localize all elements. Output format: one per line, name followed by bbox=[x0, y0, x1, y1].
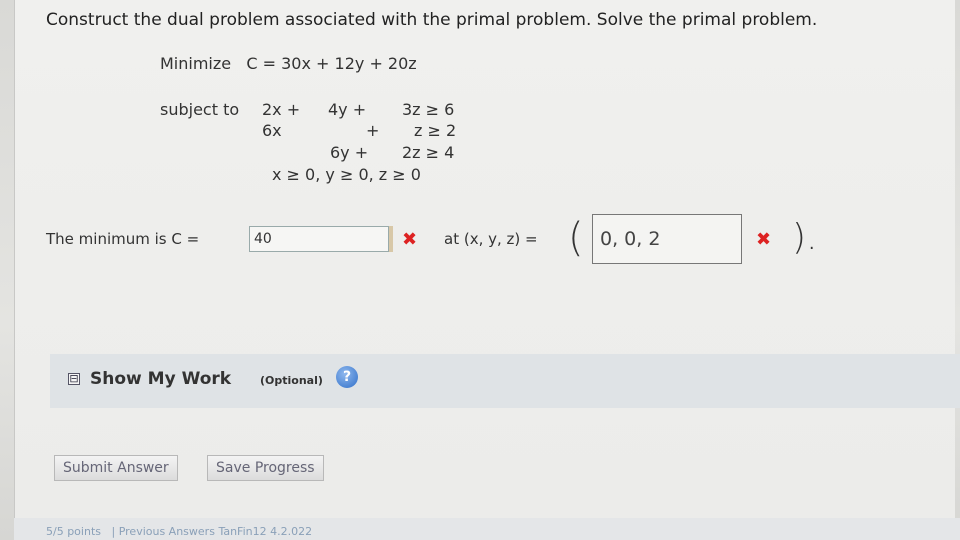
xyz-input[interactable] bbox=[600, 222, 700, 256]
constraint-2-x: 6x bbox=[262, 121, 282, 140]
constraint-1-z: 3z ≥ 6 bbox=[402, 100, 455, 119]
submit-answer-button[interactable]: Submit Answer bbox=[54, 455, 178, 481]
save-progress-button[interactable]: Save Progress bbox=[207, 455, 324, 481]
separator: | bbox=[111, 525, 116, 538]
input-edge bbox=[389, 226, 393, 252]
nonnegativity-constraint: x ≥ 0, y ≥ 0, z ≥ 0 bbox=[272, 165, 421, 184]
help-icon[interactable]: ? bbox=[336, 366, 358, 388]
at-xyz-label: at (x, y, z) = bbox=[444, 230, 538, 248]
constraint-1-y: 4y + bbox=[328, 100, 367, 119]
subject-to-label: subject to bbox=[160, 100, 240, 119]
constraint-3-z: 2z ≥ 4 bbox=[402, 143, 455, 162]
constraint-2-z: z ≥ 2 bbox=[414, 121, 457, 140]
minimum-c-input[interactable] bbox=[249, 226, 389, 252]
question-text: Construct the dual problem associated wi… bbox=[46, 10, 818, 30]
show-my-work-title[interactable]: Show My Work bbox=[90, 369, 231, 389]
question-panel bbox=[14, 0, 955, 520]
incorrect-mark-icon: ✖ bbox=[756, 229, 772, 250]
open-paren: ( bbox=[568, 215, 584, 261]
objective-function: Minimize C = 30x + 12y + 20z bbox=[160, 54, 417, 73]
incorrect-mark-icon: ✖ bbox=[402, 229, 418, 250]
course-code: TanFin12 4.2.022 bbox=[218, 525, 313, 538]
collapse-toggle-icon[interactable]: ⊟ bbox=[68, 373, 80, 385]
previous-answers-link[interactable]: Previous Answers bbox=[119, 525, 215, 538]
points-text: 5/5 points bbox=[46, 525, 101, 538]
close-paren: ). bbox=[792, 217, 818, 258]
footer-info: 5/5 points | Previous Answers TanFin12 4… bbox=[46, 525, 312, 538]
minimum-label: The minimum is C = bbox=[46, 230, 200, 248]
constraint-2-y: + bbox=[366, 121, 380, 140]
constraint-3-y: 6y + bbox=[330, 143, 369, 162]
optional-label: (Optional) bbox=[260, 374, 323, 387]
constraint-1-x: 2x + bbox=[262, 100, 301, 119]
